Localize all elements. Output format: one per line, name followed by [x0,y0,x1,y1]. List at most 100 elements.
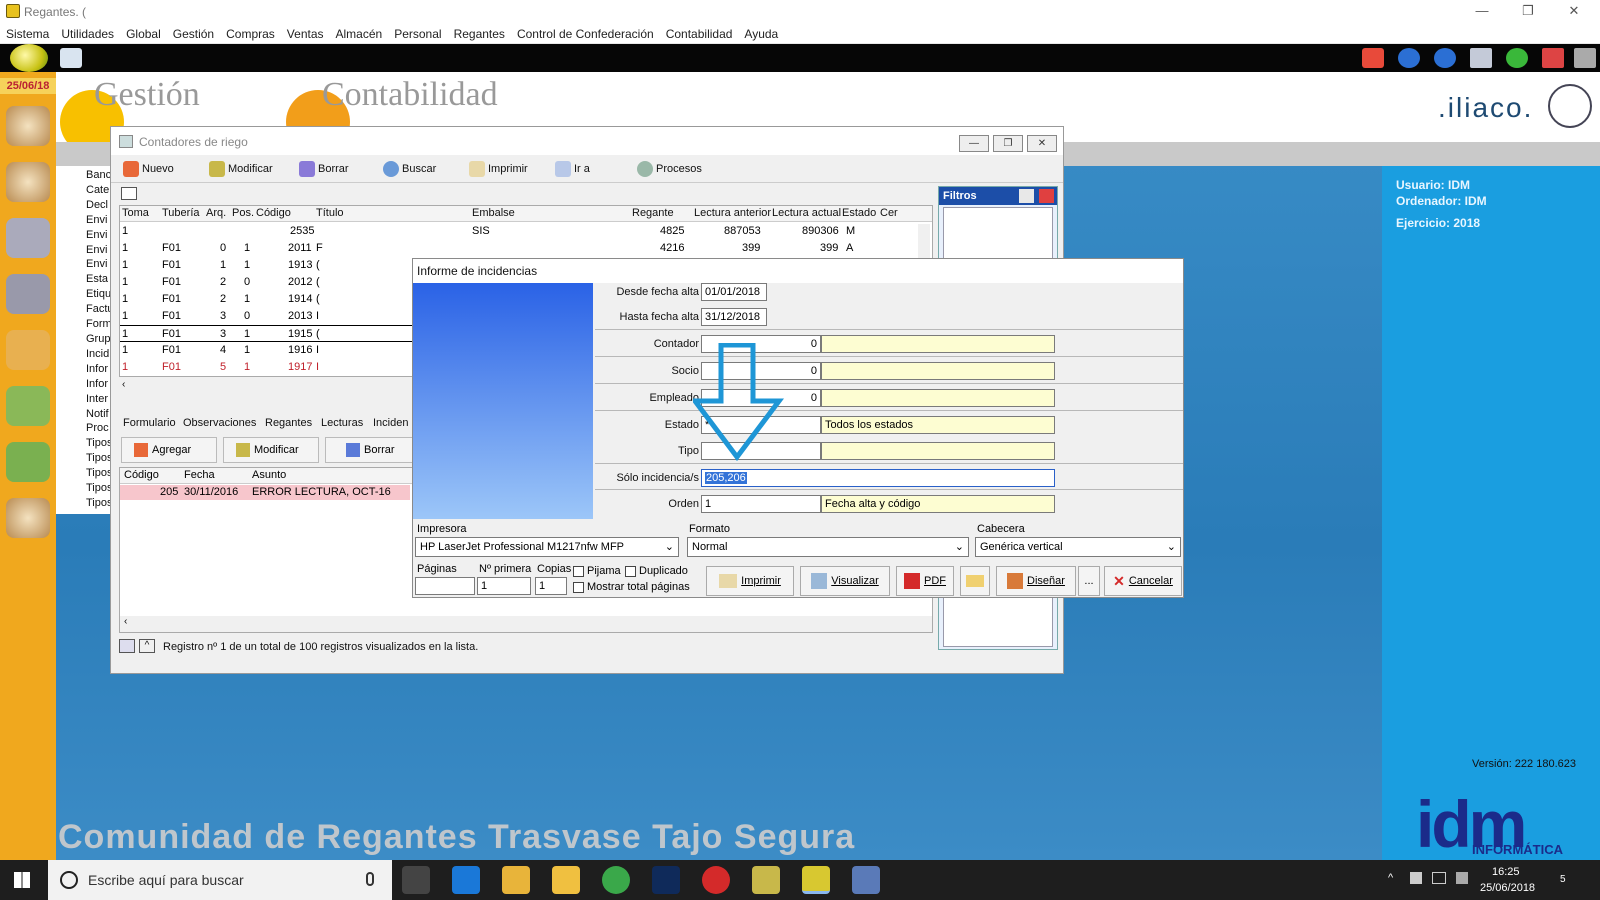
ira-button[interactable]: Ir a [555,159,590,179]
volume-icon[interactable] [1456,872,1468,884]
tab-lecturas[interactable]: Lecturas [321,417,363,429]
col-toma[interactable]: Toma [122,207,149,219]
col-codigo[interactable]: Código [124,469,159,481]
pdf-button[interactable]: PDF [896,566,954,596]
col-estado[interactable]: Estado [842,207,876,219]
col-embalse[interactable]: Embalse [472,207,515,219]
pijama-checkbox[interactable]: Pijama [573,565,621,577]
users-icon[interactable] [6,106,50,146]
copias-stepper[interactable]: 1 [535,577,567,595]
close-window-icon[interactable] [1542,48,1564,68]
dx-icon[interactable] [702,866,730,894]
taskbar-search[interactable]: Escribe aquí para buscar [48,860,392,900]
mostrar-total-checkbox[interactable]: Mostrar total páginas [573,581,690,593]
menu-regantes[interactable]: Regantes [448,24,511,44]
grid-hscroll[interactable]: ‹ [119,379,419,393]
bag-icon[interactable] [6,442,50,482]
chrome-icon[interactable] [602,866,630,894]
tab-incidencias[interactable]: Inciden [373,417,408,429]
notification-badge[interactable]: 5 [1560,874,1566,885]
sub-modificar-button[interactable]: Modificar [223,437,319,463]
close-icon[interactable] [1039,189,1054,203]
col-lectura-actual[interactable]: Lectura actual [772,207,841,219]
network-icon[interactable] [1432,872,1446,884]
menu-utilidades[interactable]: Utilidades [55,24,120,44]
tab-formulario[interactable]: Formulario [123,417,176,429]
menu-contabilidad[interactable]: Contabilidad [660,24,739,44]
table-row[interactable]: 205 30/11/2016 ERROR LECTURA, OCT-16 [120,485,410,500]
database-icon[interactable] [6,274,50,314]
col-pos[interactable]: Pos. [232,207,254,219]
disenar-button[interactable]: Diseñar [996,566,1076,596]
primera-stepper[interactable]: 1 [477,577,531,595]
help-icon[interactable] [1506,48,1528,68]
gestion-app-icon[interactable] [752,866,780,894]
borrar-button[interactable]: Borrar [299,159,349,179]
forward-arrow-icon[interactable] [1434,48,1456,68]
photoshop-icon[interactable] [652,866,680,894]
modificar-button[interactable]: Modificar [209,159,273,179]
buscar-button[interactable]: Buscar [383,159,436,179]
chevron-up-icon[interactable]: ^ [139,639,155,653]
outlook-icon[interactable] [502,866,530,894]
col-lectura-anterior[interactable]: Lectura anterior [694,207,771,219]
col-codigo[interactable]: Código [256,207,291,219]
imprimir-report-button[interactable]: Imprimir [706,566,794,596]
home-orb-icon[interactable] [10,44,48,72]
col-titulo[interactable]: Título [316,207,344,219]
nuevo-button[interactable]: Nuevo [123,159,174,179]
table-row[interactable]: 1 2535 SIS 4825 887053 890306 M [120,223,920,240]
microphone-icon[interactable] [366,872,374,886]
tab-observaciones[interactable]: Observaciones [183,417,256,429]
grid-view-icon[interactable] [119,639,135,653]
cancelar-button[interactable]: ✕ Cancelar [1104,566,1182,596]
menu-ventas[interactable]: Ventas [281,24,330,44]
menu-gestion[interactable]: Gestión [167,24,220,44]
grid-view-icon[interactable] [121,187,137,200]
col-cer[interactable]: Cer [880,207,898,219]
formato-select[interactable]: Normal ⌄ [687,537,969,557]
menu-control-confederacion[interactable]: Control de Confederación [511,24,660,44]
tray-chevron-icon[interactable]: ^ [1388,872,1393,884]
menu-personal[interactable]: Personal [388,24,447,44]
calendar-icon[interactable] [6,218,50,258]
col-arq[interactable]: Arq. [206,207,226,219]
maximize-button[interactable]: ❐ [1510,0,1546,24]
sub-borrar-button[interactable]: Borrar [325,437,421,463]
exit-icon[interactable] [1574,48,1596,68]
menu-sistema[interactable]: Sistema [0,24,55,44]
more-options-button[interactable]: ... [1078,566,1100,596]
calculator-icon[interactable] [60,48,82,68]
tools-icon[interactable] [6,386,50,426]
col-asunto[interactable]: Asunto [252,469,286,481]
mail-icon[interactable] [1362,48,1384,68]
solo-incidencias-input[interactable]: 205,206 [701,469,1055,487]
incidencias-hscroll[interactable]: ‹ [120,616,932,632]
imprimir-button[interactable]: Imprimir [469,159,528,179]
col-tuberia[interactable]: Tubería [162,207,200,219]
menu-compras[interactable]: Compras [220,24,281,44]
duplicado-checkbox[interactable]: Duplicado [625,565,688,577]
col-fecha[interactable]: Fecha [184,469,215,481]
menu-global[interactable]: Global [120,24,167,44]
windows-list-icon[interactable] [1470,48,1492,68]
tab-regantes[interactable]: Regantes [265,417,312,429]
impresora-select[interactable]: HP LaserJet Professional M1217nfw MFP ⌄ [415,537,679,557]
table-row[interactable]: 1 F01 0 1 2011 F 4216 399 399 A [120,240,920,257]
back-arrow-icon[interactable] [1398,48,1420,68]
visualizar-button[interactable]: Visualizar [800,566,890,596]
edge-icon[interactable] [452,866,480,894]
regantes-app-icon[interactable] [802,866,830,894]
email-button[interactable] [960,566,990,596]
pin-icon[interactable] [1019,189,1034,203]
paginas-input[interactable] [415,577,475,595]
procesos-button[interactable]: Procesos [637,159,702,179]
restore-button[interactable]: ❐ [993,135,1023,152]
minimize-button[interactable]: — [1464,0,1500,24]
task-view-icon[interactable] [402,866,430,894]
desde-fecha-input[interactable]: 01/01/2018 [701,283,767,301]
file-explorer-icon[interactable] [552,866,580,894]
folder-icon[interactable] [6,330,50,370]
menu-almacen[interactable]: Almacén [330,24,389,44]
cabecera-select[interactable]: Genérica vertical ⌄ [975,537,1181,557]
